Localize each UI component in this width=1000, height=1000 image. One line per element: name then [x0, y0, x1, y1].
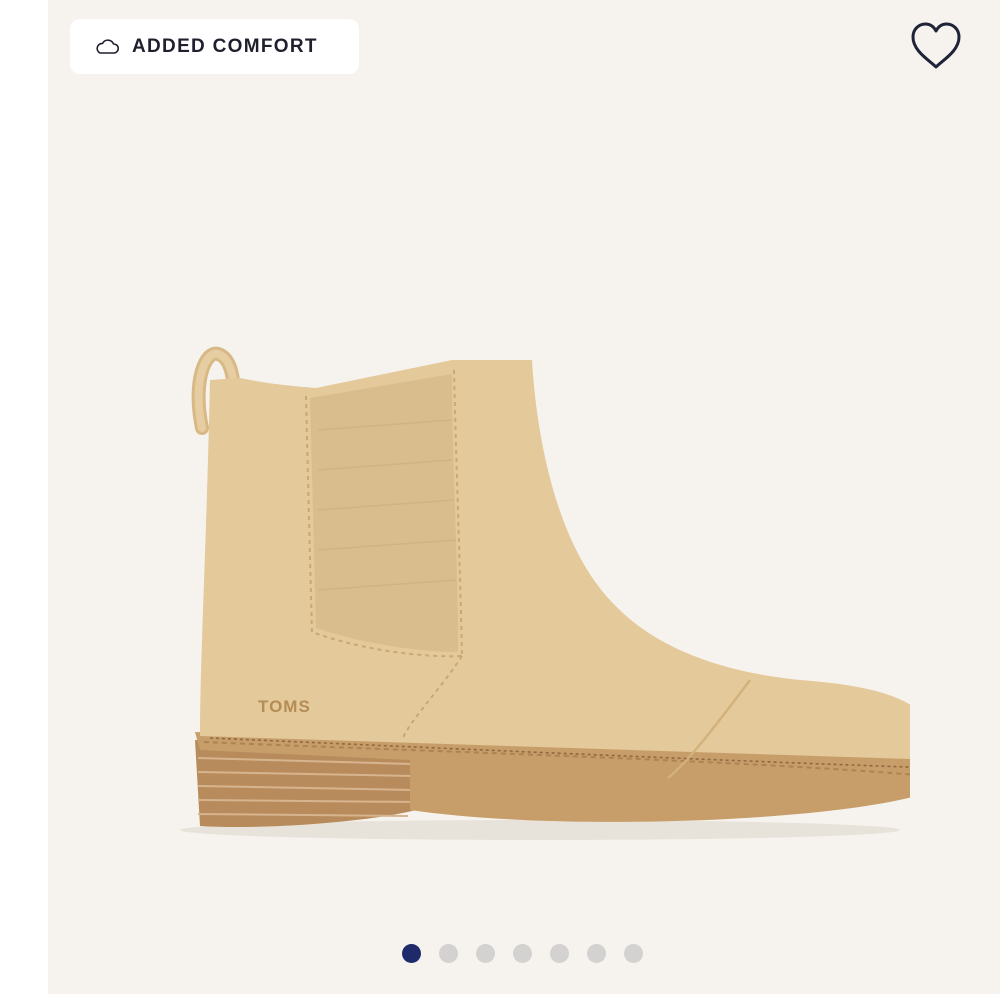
carousel-dot[interactable] [476, 944, 495, 963]
cloud-icon [94, 38, 120, 55]
carousel-dot[interactable] [624, 944, 643, 963]
product-image: TOMS [180, 346, 910, 840]
carousel-dot[interactable] [439, 944, 458, 963]
carousel-dot[interactable] [587, 944, 606, 963]
heart-icon [911, 22, 961, 69]
carousel-indicators [402, 944, 643, 963]
added-comfort-badge: ADDED COMFORT [70, 19, 359, 74]
favorite-button[interactable] [906, 18, 966, 74]
carousel-dot[interactable] [550, 944, 569, 963]
product-gallery: ADDED COMFORT TOMS [48, 0, 1000, 994]
carousel-dot[interactable] [402, 944, 421, 963]
boot-logo: TOMS [258, 697, 311, 716]
badge-label: ADDED COMFORT [132, 35, 318, 57]
carousel-dot[interactable] [513, 944, 532, 963]
